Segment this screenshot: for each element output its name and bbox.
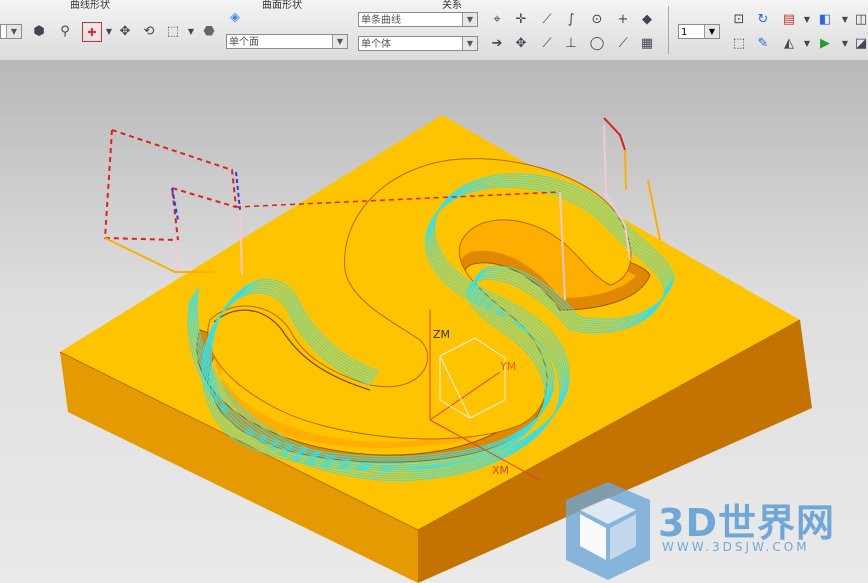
toolbar-separator bbox=[668, 6, 669, 54]
toolbar-caption-relations: 关系 bbox=[442, 0, 462, 11]
transform-icon[interactable]: ⟲ bbox=[140, 22, 158, 40]
layer-select[interactable]: 1 ▼ bbox=[678, 24, 720, 39]
add-point-icon[interactable]: ✚ bbox=[82, 22, 102, 42]
select-body-icon[interactable]: ⬢ bbox=[30, 22, 48, 40]
curve-filter-select[interactable]: 单条曲线 ▼ bbox=[358, 12, 478, 27]
snap-icon[interactable]: ⚲ bbox=[56, 22, 74, 40]
circle-point-icon[interactable]: ◯ bbox=[588, 34, 606, 52]
quadrant-icon[interactable]: ✥ bbox=[512, 34, 530, 52]
section-icon[interactable]: ◪ bbox=[852, 34, 868, 52]
face-filter-select[interactable]: 单个面 ▼ bbox=[226, 34, 348, 49]
watermark-logo-icon bbox=[566, 482, 650, 580]
layout-icon[interactable]: ▤ bbox=[780, 10, 798, 28]
grid-icon[interactable]: ▦ bbox=[638, 34, 656, 52]
main-toolbar: 曲线形状 曲面形状 关系 ▼ ⬢ ⚲ ✚ ▼ ✥ ⟲ ⬚ ▼ ⬣ ◈ 单个面 ▼ … bbox=[0, 0, 868, 61]
graphics-viewport[interactable]: ZM YM XM 3D世界网 WWW.3DSJW.COM bbox=[0, 60, 868, 583]
tangent-icon[interactable]: ⟋ bbox=[538, 34, 556, 52]
box-select-dropdown-icon[interactable]: ▼ bbox=[182, 22, 200, 40]
view-more-icon[interactable]: ◫ bbox=[852, 10, 868, 28]
perspective-icon[interactable]: ◭ bbox=[780, 34, 798, 52]
watermark-text: 3D世界网 bbox=[658, 501, 835, 545]
end-point-icon[interactable]: ⌖ bbox=[488, 10, 506, 28]
face-point-icon[interactable]: ◆ bbox=[638, 10, 656, 28]
solid-icon[interactable]: ⬣ bbox=[200, 22, 218, 40]
left-dropdown[interactable]: ▼ bbox=[0, 24, 22, 39]
arrow-right-icon[interactable]: ➔ bbox=[488, 34, 506, 52]
cube-view-icon[interactable]: ◈ bbox=[226, 8, 244, 26]
rotate-icon[interactable]: ↻ bbox=[754, 10, 772, 28]
cross-icon[interactable]: + bbox=[614, 10, 632, 28]
curve-icon[interactable]: ∫ bbox=[562, 10, 580, 28]
axis-label-xm: XM bbox=[492, 464, 509, 477]
intersection-icon[interactable]: ⊥ bbox=[562, 34, 580, 52]
axis-label-ym: YM bbox=[499, 360, 516, 373]
render-icon[interactable]: ▶ bbox=[816, 34, 834, 52]
center-point-icon[interactable]: ⊙ bbox=[588, 10, 606, 28]
shaded-view-icon[interactable]: ◧ bbox=[816, 10, 834, 28]
fit-view-icon[interactable]: ⊡ bbox=[730, 10, 748, 28]
line-icon[interactable]: ⟋ bbox=[538, 10, 556, 28]
box-select-icon[interactable]: ⬚ bbox=[164, 22, 182, 40]
diagonal-icon[interactable]: ⟋ bbox=[614, 34, 632, 52]
move-icon[interactable]: ✥ bbox=[116, 22, 134, 40]
zoom-window-icon[interactable]: ⬚ bbox=[730, 34, 748, 52]
perspective-dropdown-icon[interactable]: ▼ bbox=[798, 34, 816, 52]
pan-icon[interactable]: ✎ bbox=[754, 34, 772, 52]
axis-label-zm: ZM bbox=[433, 328, 450, 341]
layout-dropdown-icon[interactable]: ▼ bbox=[798, 10, 816, 28]
body-filter-select[interactable]: 单个体 ▼ bbox=[358, 36, 478, 51]
watermark-url: WWW.3DSJW.COM bbox=[662, 540, 810, 554]
toolbar-caption-surfaces: 曲面形状 bbox=[262, 0, 302, 11]
mid-point-icon[interactable]: ✛ bbox=[512, 10, 530, 28]
toolbar-caption-curves: 曲线形状 bbox=[70, 0, 110, 11]
